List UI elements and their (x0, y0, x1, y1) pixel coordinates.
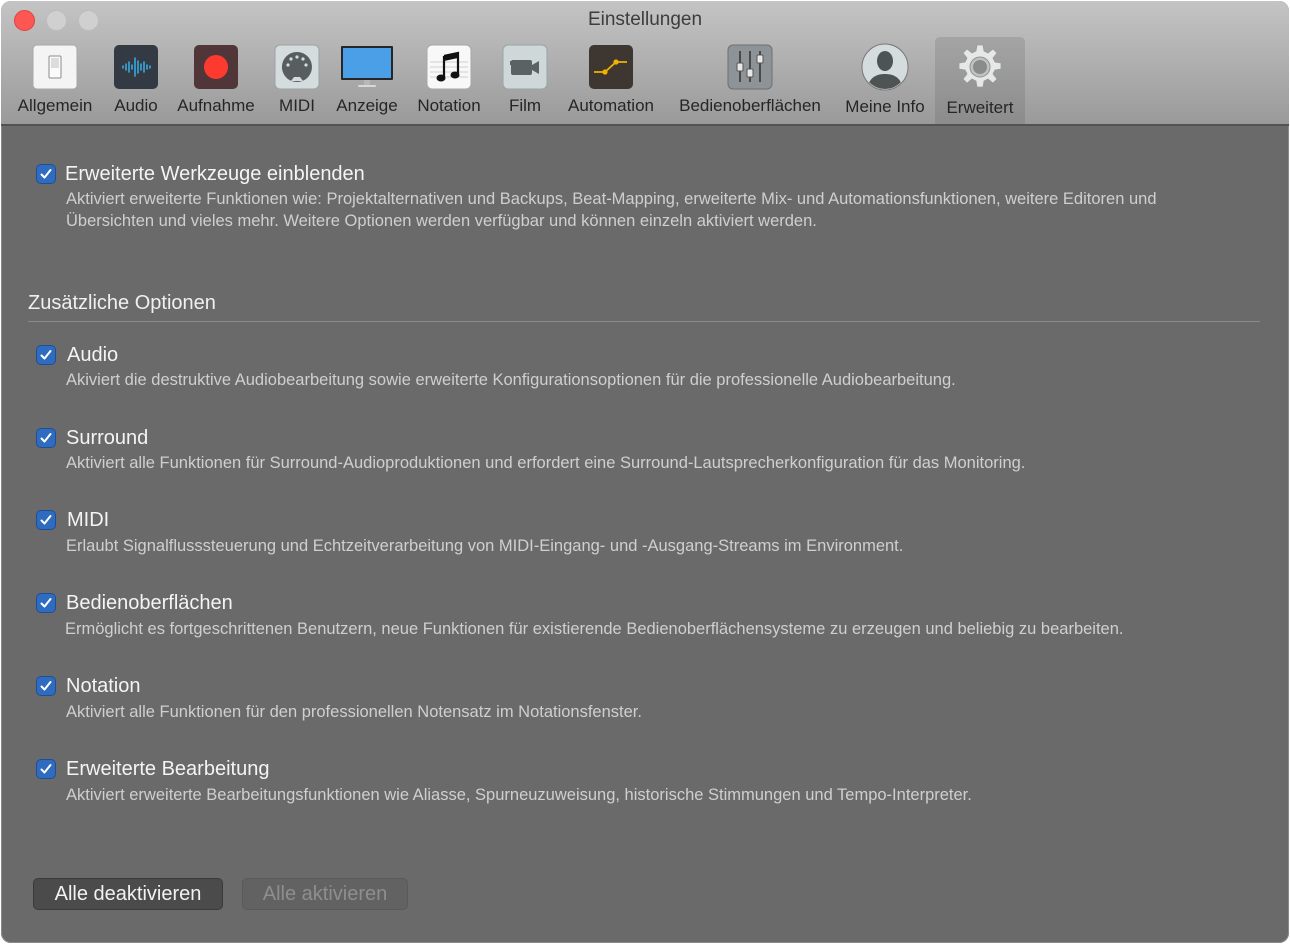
checkmark-icon (40, 169, 52, 179)
midi-checkbox[interactable] (36, 510, 56, 530)
tab-anzeige[interactable]: Anzeige (331, 37, 403, 124)
preferences-window: Einstellungen Allgemein Audio Aufnahme M… (1, 1, 1289, 943)
preferences-toolbar: Allgemein Audio Aufnahme MIDI Anzeige No… (1, 37, 1289, 124)
checkmark-icon (40, 515, 52, 525)
show-advanced-tools-description: Aktiviert erweiterte Funktionen wie: Pro… (66, 190, 1157, 230)
notation-checkbox[interactable] (36, 676, 56, 696)
checkmark-icon (40, 350, 52, 360)
checkmark-icon (40, 433, 52, 443)
tab-automation[interactable]: Automation (559, 37, 663, 124)
window-title: Einstellungen (587, 9, 703, 30)
midi-connector-icon (274, 44, 320, 90)
switch-icon (32, 44, 78, 90)
title-bar: Einstellungen Allgemein Audio Aufnahme M… (1, 1, 1289, 126)
show-advanced-tools-checkbox[interactable] (36, 164, 56, 184)
tab-aufnahme[interactable]: Aufnahme (171, 37, 261, 124)
waveform-icon (113, 44, 159, 90)
show-advanced-tools-label: Erweiterte Werkzeuge einblenden (65, 163, 365, 185)
section-title: Zusätzliche Optionen (28, 292, 216, 314)
checkmark-icon (40, 598, 52, 608)
surround-checkbox[interactable] (36, 428, 56, 448)
video-camera-icon (502, 44, 548, 90)
advanced-editing-label: Erweiterte Bearbeitung (66, 758, 270, 780)
tab-film[interactable]: Film (497, 37, 553, 124)
checkmark-icon (40, 681, 52, 691)
section-divider (28, 321, 1260, 322)
tab-allgemein[interactable]: Allgemein (9, 37, 101, 124)
audio-checkbox[interactable] (36, 345, 56, 365)
tab-erweitert[interactable]: Erweitert (935, 37, 1025, 124)
faders-icon (727, 44, 773, 90)
surround-description: Aktiviert alle Funktionen für Surround-A… (66, 454, 1026, 472)
surround-label: Surround (66, 427, 149, 449)
midi-description: Erlaubt Signalflusssteuerung und Echtzei… (66, 537, 904, 555)
monitor-icon (340, 44, 394, 90)
advanced-settings-panel: Erweiterte Werkzeuge einblenden Aktivier… (1, 126, 1289, 943)
midi-label: MIDI (67, 509, 110, 531)
advanced-editing-description: Aktiviert erweiterte Bearbeitungsfunktio… (66, 786, 972, 804)
control-surfaces-description: Ermöglicht es fortgeschrittenen Benutzer… (65, 620, 1124, 638)
tab-notation[interactable]: Notation (409, 37, 489, 124)
advanced-editing-checkbox[interactable] (36, 759, 56, 779)
tab-audio[interactable]: Audio (105, 37, 167, 124)
checkmark-icon (40, 764, 52, 774)
notation-description: Aktiviert alle Funktionen für den profes… (66, 703, 642, 721)
control-surfaces-checkbox[interactable] (36, 593, 56, 613)
tab-bedienoberflaechen[interactable]: Bedienoberflächen (669, 37, 831, 124)
deactivate-all-button[interactable]: Alle deaktivieren (33, 878, 223, 910)
automation-curve-icon (588, 44, 634, 90)
music-note-icon (426, 44, 472, 90)
tab-meine-info[interactable]: Meine Info (837, 37, 933, 124)
control-surfaces-label: Bedienoberflächen (66, 592, 233, 614)
tab-midi[interactable]: MIDI (267, 37, 327, 124)
user-silhouette-icon (861, 43, 909, 91)
audio-description: Akiviert die destruktive Audiobearbeitun… (66, 371, 956, 389)
gear-icon (955, 42, 1005, 92)
audio-label: Audio (67, 344, 119, 366)
activate-all-button: Alle aktivieren (242, 878, 408, 910)
record-icon (193, 44, 239, 90)
notation-label: Notation (66, 675, 141, 697)
